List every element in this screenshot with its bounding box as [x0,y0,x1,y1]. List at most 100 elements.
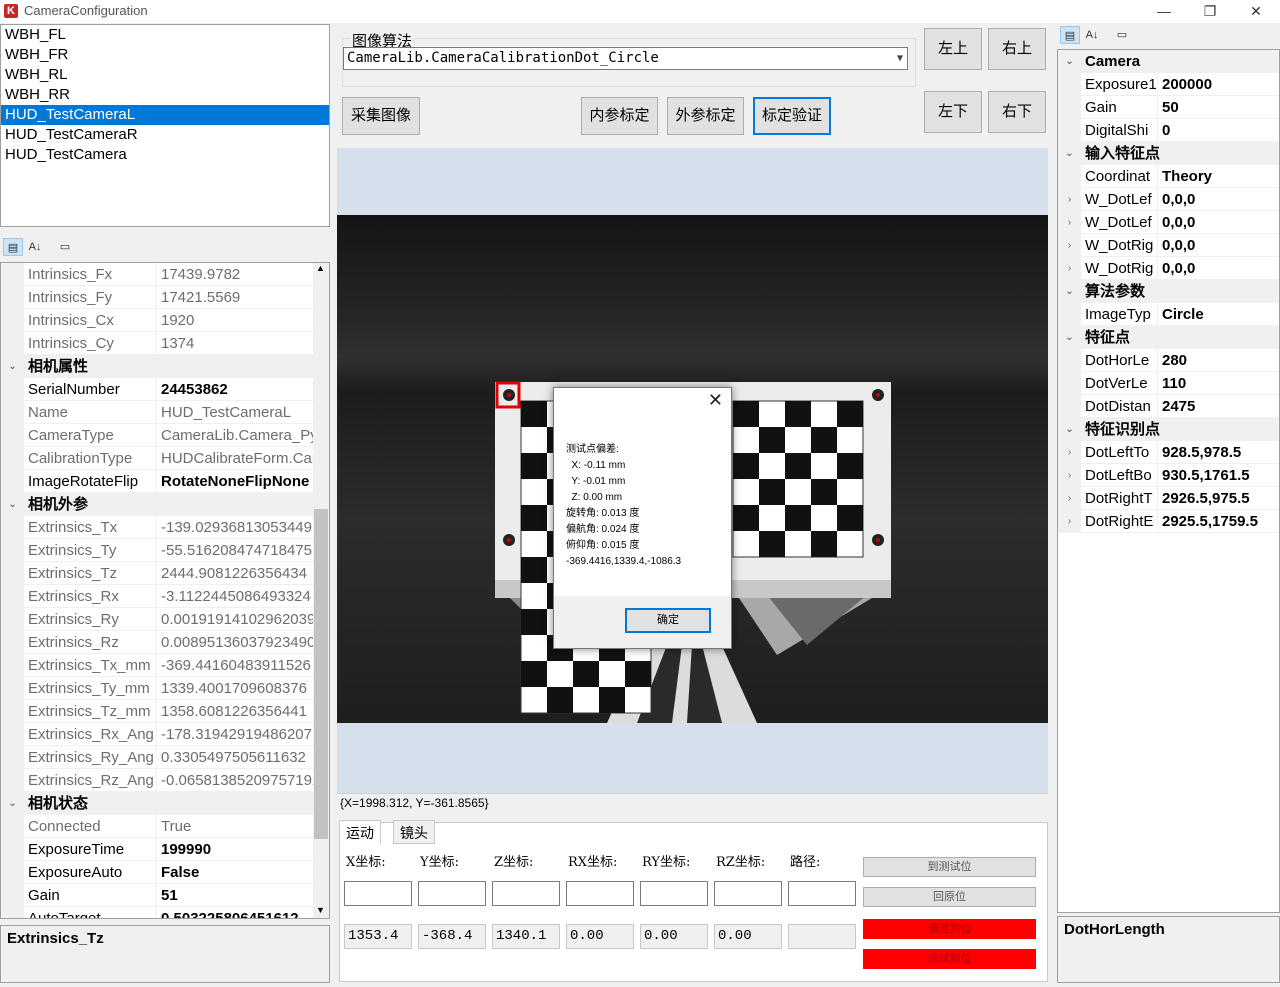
property-value[interactable]: 17421.5569 [157,286,329,308]
property-value[interactable]: 0.503225806451612 [157,907,329,918]
property-row[interactable]: Extrinsics_Rx_Ang -178.31942919486207 [1,723,329,746]
verify-calib-button[interactable]: 标定验证 [753,97,831,135]
row-gutter[interactable] [1,884,24,906]
property-row[interactable]: Extrinsics_Tz_mm 1358.6081226356441 [1,700,329,723]
close-button[interactable]: ✕ [1233,0,1279,23]
motion-target-input[interactable] [714,881,782,906]
motion-target-input[interactable] [640,881,708,906]
row-gutter[interactable] [1,332,24,354]
property-pages-icon[interactable]: ▭ [1112,26,1132,44]
row-gutter[interactable] [1,401,24,423]
property-row[interactable]: Extrinsics_Tx_mm -369.44160483911526 [1,654,329,677]
property-row[interactable]: Exposure1 200000 [1058,73,1279,96]
property-row[interactable]: Extrinsics_Ry_Ang 0.3305497505611632 [1,746,329,769]
intrinsic-calib-button[interactable]: 内参标定 [581,97,658,135]
expand-icon[interactable]: › [1058,487,1081,509]
categorized-icon[interactable]: ▤ [1060,26,1080,44]
property-row[interactable]: DotDistan 2475 [1058,395,1279,418]
top-right-button[interactable]: 右上 [988,28,1046,70]
collapse-icon[interactable]: ⌄ [1,355,24,377]
property-value[interactable]: 17439.9782 [157,263,329,285]
property-row[interactable]: Extrinsics_Tx -139.02936813053449 [1,516,329,539]
algo-select[interactable]: CameraLib.CameraCalibrationDot_Circle ▼ [343,47,908,70]
property-value[interactable]: False [157,861,329,883]
property-row[interactable]: › DotRightT 2926.5,975.5 [1058,487,1279,510]
camera-list-item[interactable]: HUD_TestCameraR [1,125,329,145]
scroll-down-icon[interactable]: ▼ [316,905,325,915]
row-gutter[interactable] [1,746,24,768]
property-row[interactable]: CameraType CameraLib.Camera_Pyl [1,424,329,447]
property-value[interactable]: -0.06581385209757192 [157,769,329,791]
property-value[interactable]: Theory [1158,165,1279,187]
property-category[interactable]: ⌄ 算法参数 [1058,280,1279,303]
property-row[interactable]: DigitalShi 0 [1058,119,1279,142]
property-value[interactable]: 0,0,0 [1158,211,1279,233]
property-value[interactable]: CameraLib.Camera_Pyl [157,424,329,446]
property-value[interactable]: 1920 [157,309,329,331]
row-gutter[interactable] [1058,73,1081,95]
property-row[interactable]: Extrinsics_Rz 0.008951360379234902 [1,631,329,654]
property-value[interactable]: 930.5,1761.5 [1158,464,1279,486]
property-value[interactable]: 2444.9081226356434 [157,562,329,584]
property-row[interactable]: Extrinsics_Tz 2444.9081226356434 [1,562,329,585]
camera-list-item[interactable]: WBH_FR [1,45,329,65]
property-value[interactable]: 0,0,0 [1158,234,1279,256]
row-gutter[interactable] [1,654,24,676]
collapse-icon[interactable]: ⌄ [1058,280,1081,302]
collapse-icon[interactable]: ⌄ [1058,50,1081,72]
row-gutter[interactable] [1,838,24,860]
row-gutter[interactable] [1,907,24,918]
row-gutter[interactable] [1058,395,1081,417]
property-row[interactable]: Gain 50 [1058,96,1279,119]
status-indicator-1[interactable]: 通道到位 [863,919,1036,939]
motion-target-input[interactable] [418,881,486,906]
scroll-up-icon[interactable]: ▲ [316,263,325,273]
camera-list-item[interactable]: WBH_RR [1,85,329,105]
row-gutter[interactable] [1,470,24,492]
row-gutter[interactable] [1,539,24,561]
property-pages-icon[interactable]: ▭ [55,238,75,256]
minimize-button[interactable]: — [1141,0,1187,23]
property-value[interactable]: 0,0,0 [1158,188,1279,210]
property-value[interactable]: 0 [1158,119,1279,141]
extrinsic-calib-button[interactable]: 外参标定 [667,97,744,135]
property-row[interactable]: Intrinsics_Fy 17421.5569 [1,286,329,309]
property-row[interactable]: Intrinsics_Fx 17439.9782 [1,263,329,286]
property-value[interactable]: 1358.6081226356441 [157,700,329,722]
property-category[interactable]: ⌄ Camera [1058,50,1279,73]
property-value[interactable]: 0.001919141029620396 [157,608,329,630]
categorized-icon[interactable]: ▤ [3,238,23,256]
alpha-sort-icon[interactable]: A↓ [1082,26,1102,44]
tab-motion[interactable]: 运动 [339,820,381,845]
left-property-grid[interactable]: Intrinsics_Fx 17439.9782 Intrinsics_Fy 1742… [0,262,330,919]
camera-list-item[interactable]: WBH_RL [1,65,329,85]
property-row[interactable]: › DotRightE 2925.5,1759.5 [1058,510,1279,533]
expand-icon[interactable]: › [1058,441,1081,463]
property-value[interactable]: 0.3305497505611632 [157,746,329,768]
property-row[interactable]: AutoTarget 0.503225806451612 [1,907,329,918]
row-gutter[interactable] [1,723,24,745]
property-value[interactable]: Circle [1158,303,1279,325]
property-row[interactable]: DotVerLe 110 [1058,372,1279,395]
property-row[interactable]: Extrinsics_Ty -55.516208474718475 [1,539,329,562]
property-row[interactable]: ExposureAuto False [1,861,329,884]
property-value[interactable]: True [157,815,329,837]
property-row[interactable]: ExposureTime 199990 [1,838,329,861]
expand-icon[interactable]: › [1058,234,1081,256]
row-gutter[interactable] [1,263,24,285]
row-gutter[interactable] [1,309,24,331]
property-row[interactable]: › W_DotLef 0,0,0 [1058,211,1279,234]
property-value[interactable]: RotateNoneFlipNone [157,470,329,492]
row-gutter[interactable] [1058,96,1081,118]
property-row[interactable]: Name HUD_TestCameraL [1,401,329,424]
property-value[interactable]: 928.5,978.5 [1158,441,1279,463]
row-gutter[interactable] [1,861,24,883]
camera-list-item[interactable]: HUD_TestCameraL [1,105,329,125]
property-value[interactable]: HUD_TestCameraL [157,401,329,423]
row-gutter[interactable] [1058,372,1081,394]
property-row[interactable]: Gain 51 [1,884,329,907]
property-category[interactable]: ⌄ 相机属性 [1,355,329,378]
property-row[interactable]: Connected True [1,815,329,838]
property-row[interactable]: ImageTyp Circle [1058,303,1279,326]
dialog-ok-button[interactable]: 确定 [625,608,711,633]
